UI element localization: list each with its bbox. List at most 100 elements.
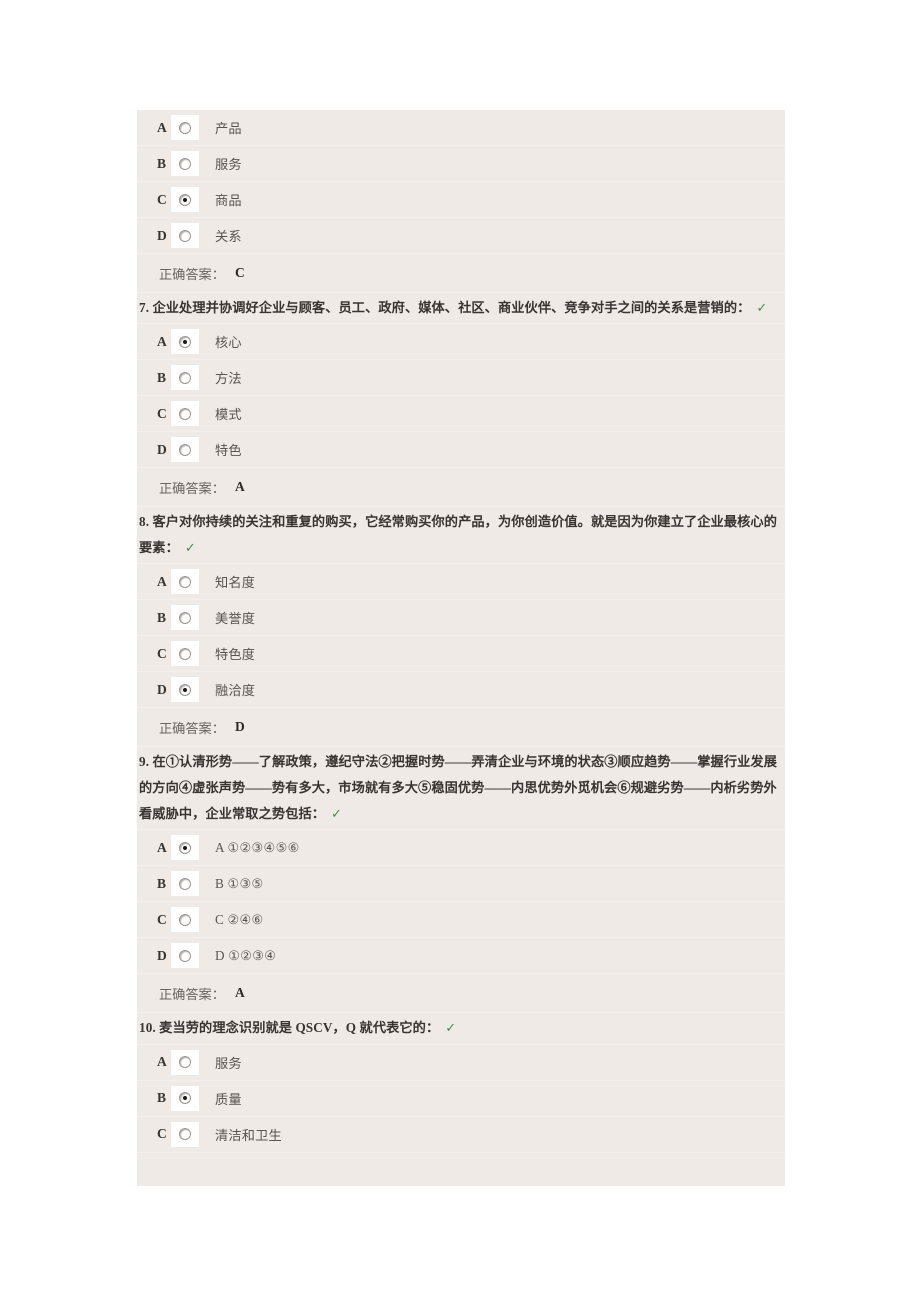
radio-button-icon[interactable]: [179, 877, 191, 890]
option-text: 模式: [215, 407, 242, 423]
option-letter: B: [157, 155, 167, 171]
option-letter: B: [157, 875, 167, 891]
correct-answer-row: 正确答案： D: [137, 708, 785, 748]
option-letter: D: [157, 947, 167, 963]
question-block: A 产品 B 服务 C 商品 D 关系 正确答案： C: [137, 110, 785, 293]
option-letter: C: [157, 405, 167, 421]
option-list: A A ①②③④⑤⑥ B B ①③⑤ C C ②④⑥ D D ①②③④: [137, 830, 785, 975]
option-letter: B: [157, 369, 167, 385]
correct-answer-row: 正确答案： C: [137, 254, 785, 293]
option-row[interactable]: A 知名度: [137, 564, 785, 601]
radio-button-icon[interactable]: [179, 371, 191, 384]
option-text: 服务: [215, 157, 242, 172]
question-stem: 10. 麦当劳的理念识别就是 QSCV，Q 就代表它的： ✓: [137, 1013, 785, 1045]
option-row[interactable]: A A ①②③④⑤⑥: [137, 830, 785, 867]
option-row[interactable]: C 模式: [137, 396, 785, 433]
option-row[interactable]: A 产品: [137, 110, 785, 146]
option-row[interactable]: C 商品: [137, 182, 785, 218]
answered-check-icon: ✓: [184, 541, 196, 557]
questions-list: A 产品 B 服务 C 商品 D 关系 正确答案： C 7. 企业处理并协调好企业与顾客、员工、政府…: [137, 110, 785, 1153]
option-text: A ①②③④⑤⑥: [215, 839, 300, 855]
question-block: 9. 在①认清形势——了解政策，遵纪守法②把握时势——弄清企业与环境的状态③顺应…: [137, 747, 785, 1014]
option-row[interactable]: C C ②④⑥: [137, 902, 785, 939]
option-row[interactable]: C 特色度: [137, 636, 785, 673]
radio-button-icon[interactable]: [179, 913, 191, 926]
radio-button-selected-icon[interactable]: [179, 335, 191, 348]
option-row[interactable]: D 特色: [137, 432, 785, 469]
radio-cell[interactable]: [171, 1049, 199, 1075]
option-row[interactable]: B 质量: [137, 1081, 785, 1117]
radio-button-icon[interactable]: [179, 575, 191, 588]
correct-answer-value: C: [234, 265, 245, 280]
radio-cell[interactable]: [171, 605, 199, 631]
radio-cell[interactable]: [171, 329, 199, 355]
question-block: 8. 客户对你持续的关注和重复的购买，它经常购买你的产品，为你创造价值。就是因为…: [137, 507, 785, 748]
radio-cell[interactable]: [171, 187, 199, 212]
radio-cell[interactable]: [171, 115, 199, 140]
question-stem-text: 7. 企业处理并协调好企业与顾客、员工、政府、媒体、社区、商业伙伴、竞争对手之间…: [139, 300, 751, 315]
radio-button-icon[interactable]: [179, 647, 191, 660]
radio-button-icon[interactable]: [179, 1128, 191, 1141]
radio-button-icon[interactable]: [179, 443, 191, 456]
radio-cell[interactable]: [171, 1121, 199, 1147]
radio-button-selected-icon[interactable]: [179, 1092, 191, 1105]
radio-cell[interactable]: [171, 223, 199, 248]
radio-cell[interactable]: [171, 641, 199, 667]
radio-button-selected-icon[interactable]: [179, 841, 191, 854]
answered-check-icon: ✓: [445, 1021, 457, 1037]
radio-cell[interactable]: [171, 871, 199, 897]
radio-cell[interactable]: [171, 569, 199, 595]
option-list: A 服务 B 质量 C 清洁和卫生: [137, 1045, 785, 1153]
option-row[interactable]: B 美誉度: [137, 600, 785, 637]
question-block: 10. 麦当劳的理念识别就是 QSCV，Q 就代表它的： ✓ A 服务 B 质量 C 清洁和卫…: [137, 1013, 785, 1153]
exam-content-panel: A 产品 B 服务 C 商品 D 关系 正确答案： C 7. 企业处理并协调好企业与顾客、员工、政府…: [137, 110, 785, 1186]
question-stem: 8. 客户对你持续的关注和重复的购买，它经常购买你的产品，为你创造价值。就是因为…: [137, 507, 785, 565]
exam-page: A 产品 B 服务 C 商品 D 关系 正确答案： C 7. 企业处理并协调好企业与顾客、员工、政府…: [0, 0, 920, 1302]
radio-cell[interactable]: [171, 1085, 199, 1111]
radio-cell[interactable]: [171, 401, 199, 427]
option-row[interactable]: D 关系: [137, 218, 785, 254]
radio-button-selected-icon[interactable]: [179, 683, 191, 696]
option-list: A 核心 B 方法 C 模式 D 特色: [137, 324, 785, 469]
option-text: 服务: [215, 1055, 242, 1071]
option-text: D ①②③④: [215, 947, 277, 963]
radio-cell[interactable]: [171, 365, 199, 391]
answered-check-icon: ✓: [756, 301, 768, 316]
radio-cell[interactable]: [171, 907, 199, 933]
option-letter: C: [157, 1126, 167, 1142]
correct-answer-value: A: [234, 479, 245, 495]
radio-button-icon[interactable]: [179, 121, 191, 134]
option-row[interactable]: B 服务: [137, 146, 785, 182]
radio-button-icon[interactable]: [179, 229, 191, 242]
option-row[interactable]: D D ①②③④: [137, 938, 785, 975]
option-list: A 知名度 B 美誉度 C 特色度 D 融洽度: [137, 564, 785, 709]
option-letter: C: [157, 191, 167, 207]
radio-cell[interactable]: [171, 151, 199, 176]
radio-cell[interactable]: [171, 437, 199, 463]
option-text: 融洽度: [215, 683, 256, 699]
option-row[interactable]: C 清洁和卫生: [137, 1117, 785, 1153]
option-row[interactable]: B B ①③⑤: [137, 866, 785, 903]
option-row[interactable]: A 服务: [137, 1045, 785, 1081]
option-row[interactable]: B 方法: [137, 360, 785, 397]
radio-button-icon[interactable]: [179, 407, 191, 420]
option-text: 核心: [215, 335, 242, 351]
correct-answer-value: D: [234, 719, 245, 735]
question-stem: 9. 在①认清形势——了解政策，遵纪守法②把握时势——弄清企业与环境的状态③顺应…: [137, 747, 785, 831]
correct-answer-label: 正确答案：: [159, 986, 225, 1002]
option-row[interactable]: D 融洽度: [137, 672, 785, 709]
radio-cell[interactable]: [171, 835, 199, 861]
option-letter: D: [157, 681, 167, 697]
option-row[interactable]: A 核心: [137, 324, 785, 361]
option-text: 清洁和卫生: [215, 1127, 282, 1143]
radio-button-icon[interactable]: [179, 949, 191, 962]
radio-cell[interactable]: [171, 943, 199, 969]
radio-button-icon[interactable]: [179, 157, 191, 170]
option-text: 特色: [215, 443, 242, 459]
option-text: 知名度: [215, 575, 256, 591]
option-letter: A: [157, 839, 167, 855]
radio-cell[interactable]: [171, 677, 199, 703]
radio-button-icon[interactable]: [179, 1056, 191, 1069]
radio-button-icon[interactable]: [179, 611, 191, 624]
radio-button-selected-icon[interactable]: [179, 193, 191, 206]
